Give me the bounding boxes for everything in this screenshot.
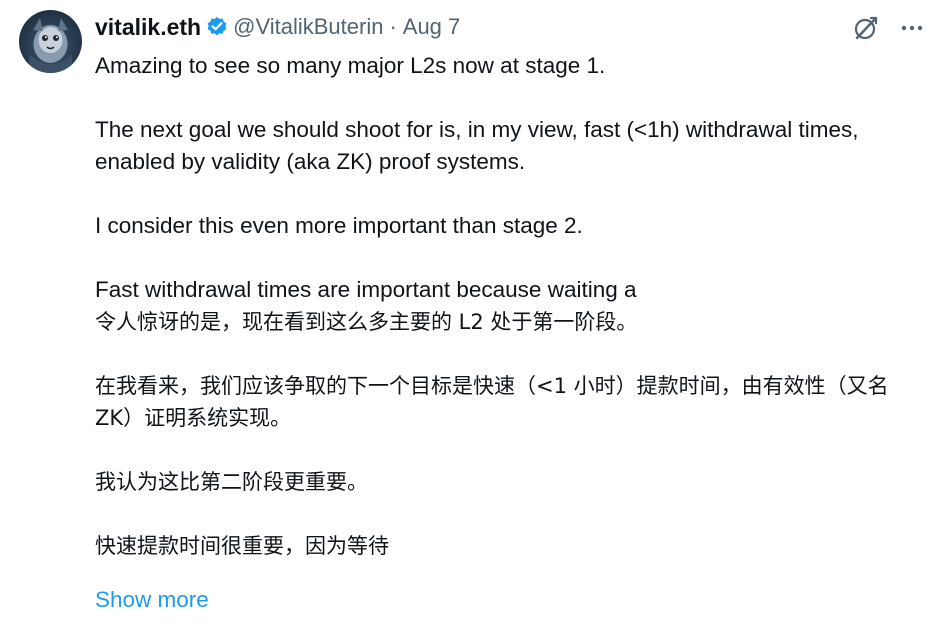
separator-dot: · [389,14,397,39]
display-name[interactable]: vitalik.eth [95,14,201,41]
verified-badge-icon [206,16,228,38]
tweet-paragraph-en-2: The next goal we should shoot for is, in… [95,117,859,174]
grok-icon[interactable] [852,14,880,47]
handle[interactable]: @VitalikButerin [233,14,383,40]
show-more-link[interactable]: Show more [95,584,209,616]
tweet-paragraph-zh-3: 我认为这比第二阶段更重要。 [95,470,368,494]
tweet-paragraph-en-1: Amazing to see so many major L2s now at … [95,53,606,78]
tweet-actions [852,14,924,47]
more-icon[interactable] [900,16,924,45]
tweet-paragraph-zh-1: 令人惊讶的是，现在看到这么多主要的 L2 处于第一阶段。 [95,310,638,334]
avatar[interactable] [19,10,82,73]
tweet-header: vitalik.eth @VitalikButerin · Aug 7 [95,12,460,42]
tweet-paragraph-zh-2: 在我看来，我们应该争取的下一个目标是快速（<1 小时）提款时间，由有效性（又名 … [95,374,889,430]
avatar-image [29,18,72,73]
tweet-paragraph-en-3: I consider this even more important than… [95,213,583,238]
tweet-paragraph-en-4: Fast withdrawal times are important beca… [95,277,637,302]
tweet-paragraph-zh-4: 快速提款时间很重要，因为等待 [95,534,389,558]
post-date[interactable]: Aug 7 [403,14,461,40]
tweet-text: Amazing to see so many major L2s now at … [95,50,925,562]
